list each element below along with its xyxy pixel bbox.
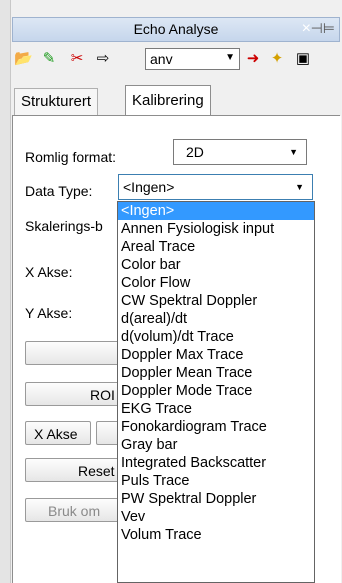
red-arrow-icon[interactable]: ➜ [244,50,262,68]
dropdown-option[interactable]: Doppler Mode Trace [118,382,314,400]
x-akse-button[interactable]: X Akse [25,421,91,445]
echo-analyse-window: Echo Analyse × ⊣⊨ 📂 ✎ ✂ ⇨ anv ▼ ➜ ✦ ▣ St… [0,0,342,583]
dropdown-option[interactable]: Volum Trace [118,526,314,544]
data-type-select[interactable]: <Ingen> ▼ [118,174,313,200]
data-type-label: Data Type: [25,183,93,199]
dropdown-option[interactable]: <Ingen> [118,202,314,220]
skalering-label: Skalerings-b [25,218,103,234]
y-akse-label: Y Akse: [25,305,73,321]
tab-kalibrering[interactable]: Kalibrering [125,85,211,116]
dropdown-option[interactable]: Annen Fysiologisk input [118,220,314,238]
pin-icon[interactable]: ⊣⊨ [311,20,335,37]
view-combo[interactable]: anv ▼ [145,48,240,70]
x-akse-button-label: X Akse [34,426,78,442]
close-icon[interactable]: × [302,20,311,38]
dropdown-option[interactable]: Color bar [118,256,314,274]
romlig-format-select[interactable]: 2D ▼ [173,139,307,165]
window-title: Echo Analyse [133,21,219,37]
dropdown-option[interactable]: CW Spektral Doppler [118,292,314,310]
green-pen-icon[interactable]: ✎ [40,50,58,68]
window-icon[interactable]: ▣ [294,50,312,68]
left-border [0,0,11,583]
view-combo-value: anv [150,51,173,67]
data-type-value: <Ingen> [123,179,175,195]
folder-open-icon[interactable]: 📂 [14,50,33,68]
bruk-om-button-label: Bruk om [48,503,101,519]
dropdown-option[interactable]: Areal Trace [118,238,314,256]
tab-strip: Strukturert Kalibrering [12,84,340,116]
dropdown-option[interactable]: Doppler Mean Trace [118,364,314,382]
roi-button-label: ROI [90,387,115,403]
chevron-down-icon: ▼ [225,52,235,63]
export-icon[interactable]: ⇨ [94,50,112,68]
dropdown-option[interactable]: d(volum)/dt Trace [118,328,314,346]
tab-strukturert[interactable]: Strukturert [14,88,99,115]
dropdown-option[interactable]: Color Flow [118,274,314,292]
dropdown-option[interactable]: Puls Trace [118,472,314,490]
dropdown-option[interactable]: Gray bar [118,436,314,454]
chevron-down-icon: ▼ [295,182,304,192]
title-bar: Echo Analyse × ⊣⊨ [12,17,340,42]
romlig-format-value: 2D [186,144,204,160]
red-scissors-icon[interactable]: ✂ [68,50,86,68]
dropdown-option[interactable]: Fonokardiogram Trace [118,418,314,436]
data-type-dropdown-list: <Ingen> Annen Fysiologisk input Areal Trac… [117,201,315,583]
dropdown-option[interactable]: d(areal)/dt [118,310,314,328]
x-akse-label: X Akse: [25,264,73,280]
romlig-format-label: Romlig format: [25,149,117,165]
toolbar: 📂 ✎ ✂ ⇨ anv ▼ ➜ ✦ ▣ [12,44,340,74]
dropdown-option[interactable]: Doppler Max Trace [118,346,314,364]
chevron-down-icon: ▼ [289,147,298,157]
dropdown-option[interactable]: PW Spektral Doppler [118,490,314,508]
yellow-wrench-icon[interactable]: ✦ [268,50,286,68]
dropdown-option[interactable]: Integrated Backscatter [118,454,314,472]
dropdown-option[interactable]: Vev [118,508,314,526]
dropdown-option[interactable]: EKG Trace [118,400,314,418]
reset-button-label: Reset [78,463,115,479]
